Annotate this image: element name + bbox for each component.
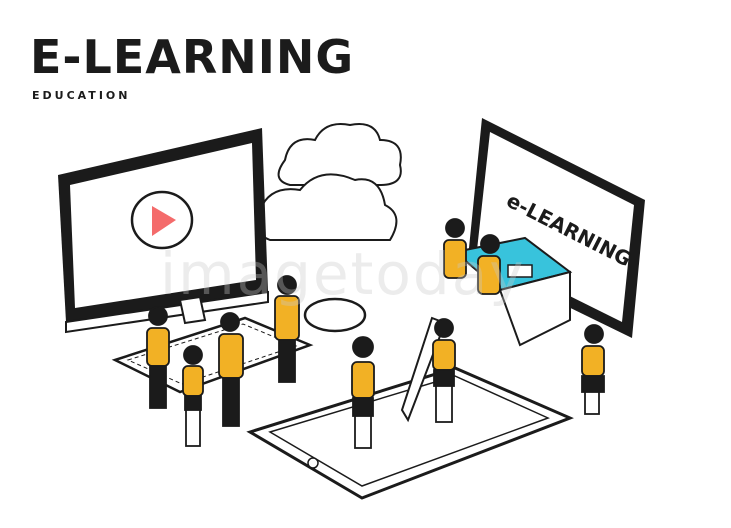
mouse bbox=[303, 297, 367, 333]
cloud-icon bbox=[253, 123, 402, 241]
illustration-scene: e-LEARNING bbox=[58, 118, 645, 500]
play-icon bbox=[130, 190, 194, 250]
